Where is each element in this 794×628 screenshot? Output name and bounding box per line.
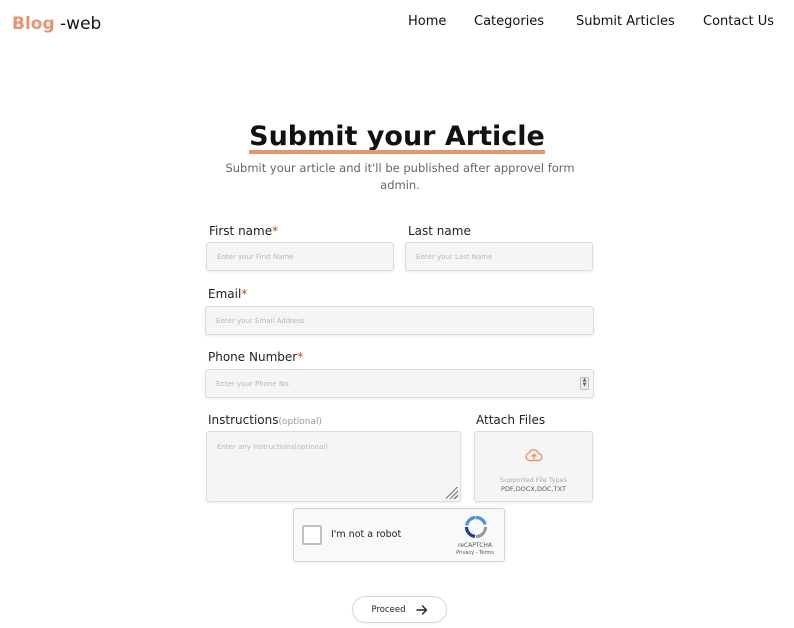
required-mark: * bbox=[241, 287, 248, 301]
recaptcha-logo-icon bbox=[464, 515, 488, 539]
supported-types-label: Supported File Types bbox=[499, 476, 568, 484]
instructions-label-text: Instructions bbox=[208, 413, 279, 427]
required-mark: * bbox=[272, 224, 279, 238]
number-spinner[interactable]: ▲ ▼ bbox=[580, 377, 589, 390]
phone-input[interactable]: Enter your Phone No. ▲ ▼ bbox=[205, 369, 594, 398]
recaptcha-checkbox[interactable] bbox=[302, 525, 322, 545]
cloud-upload-icon bbox=[525, 449, 543, 462]
main-nav: Home Categories Submit Articles Contact … bbox=[0, 14, 794, 32]
arrow-right-icon bbox=[415, 604, 427, 615]
last-name-label: Last name bbox=[408, 224, 471, 238]
optional-tag: (optional) bbox=[278, 417, 322, 427]
first-name-input[interactable]: Enter your First Name bbox=[206, 242, 394, 271]
required-mark: * bbox=[297, 350, 304, 364]
recaptcha-brand: reCAPTCHA bbox=[457, 542, 493, 549]
instructions-placeholder: Enter any instructions(optional) bbox=[217, 443, 328, 451]
recaptcha-links[interactable]: Privacy - Terms bbox=[444, 550, 506, 556]
email-placeholder: Enter your Email Address bbox=[216, 316, 305, 325]
first-name-label-text: First name bbox=[209, 224, 273, 238]
recaptcha-text: I'm not a robot bbox=[331, 529, 402, 540]
resize-handle[interactable] bbox=[446, 487, 458, 499]
email-label: Email* bbox=[208, 287, 247, 301]
phone-label: Phone Number* bbox=[208, 350, 303, 364]
first-name-placeholder: Enter your First Name bbox=[217, 252, 294, 261]
email-label-text: Email bbox=[208, 287, 242, 301]
nav-categories[interactable]: Categories bbox=[474, 14, 544, 29]
supported-types-list: PDF,DOCX,DOC,TXT bbox=[501, 485, 566, 493]
page-subtitle: Submit your article and it'll be publish… bbox=[225, 161, 575, 192]
instructions-textarea[interactable]: Enter any instructions(optional) bbox=[206, 431, 461, 502]
proceed-button[interactable]: Proceed bbox=[352, 596, 447, 623]
first-name-label: First name* bbox=[209, 224, 278, 238]
instructions-label: Instructions(optional) bbox=[208, 413, 322, 427]
nav-contact-us[interactable]: Contact Us bbox=[703, 14, 774, 29]
file-dropzone[interactable]: Supported File Types PDF,DOCX,DOC,TXT bbox=[474, 431, 593, 502]
phone-label-text: Phone Number bbox=[208, 350, 298, 364]
title-underline bbox=[249, 150, 545, 154]
attach-files-label: Attach Files bbox=[476, 413, 546, 427]
nav-submit-articles[interactable]: Submit Articles bbox=[576, 14, 675, 29]
nav-home[interactable]: Home bbox=[408, 14, 446, 29]
page-title-text: Submit your Article bbox=[249, 121, 545, 152]
proceed-label: Proceed bbox=[371, 604, 406, 615]
last-name-input[interactable]: Enter your Last Name bbox=[405, 242, 593, 271]
page-title: Submit your Article bbox=[249, 120, 545, 154]
recaptcha-widget: I'm not a robot reCAPTCHA Privacy - Term… bbox=[293, 508, 505, 562]
email-input[interactable]: Enter your Email Address bbox=[205, 306, 594, 335]
phone-placeholder: Enter your Phone No. bbox=[216, 379, 291, 388]
page-title-wrap: Submit your Article bbox=[0, 120, 794, 154]
last-name-placeholder: Enter your Last Name bbox=[416, 252, 493, 261]
